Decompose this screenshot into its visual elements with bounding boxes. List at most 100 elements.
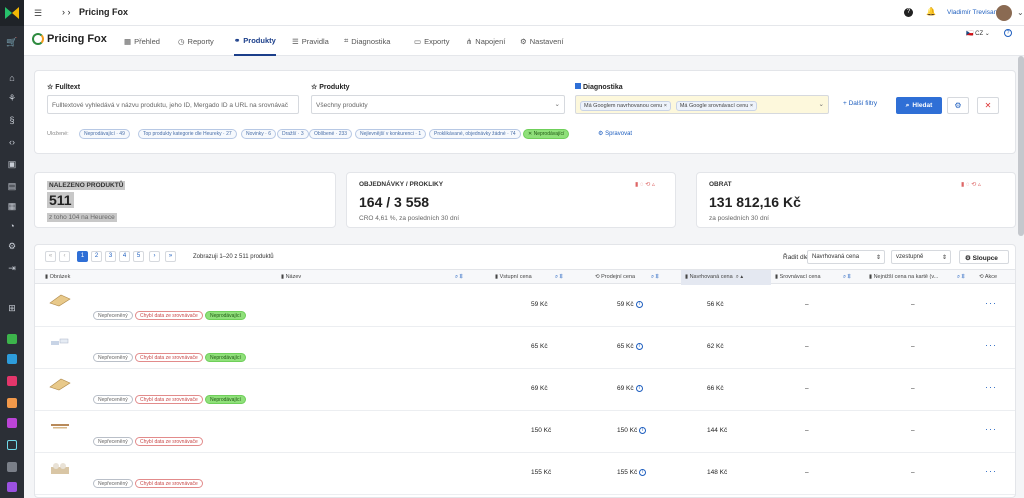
- page-button[interactable]: 4: [119, 251, 130, 262]
- settings-icon[interactable]: ⚙: [6, 240, 18, 252]
- sort-direction-select[interactable]: vzestupně ⇕: [891, 250, 951, 264]
- info-icon[interactable]: i: [635, 343, 643, 350]
- table-row[interactable]: Nepřeceněný Chybí data ze srovnávače Nepro…: [35, 285, 1015, 327]
- search-icon[interactable]: ⌕ ⇕: [957, 270, 975, 285]
- page-button[interactable]: 3: [105, 251, 116, 262]
- next-page-button[interactable]: ›: [149, 251, 160, 262]
- info-icon[interactable]: i: [639, 469, 647, 476]
- col-name[interactable]: ▮ Název: [281, 270, 321, 285]
- code-icon[interactable]: ‹›: [6, 136, 18, 148]
- info-icon[interactable]: i: [635, 301, 643, 308]
- saved-filter[interactable]: Nejlevnější v konkurenci · 1: [355, 129, 427, 139]
- excel-icon[interactable]: ▣: [6, 158, 18, 170]
- scrollbar[interactable]: [1018, 56, 1024, 236]
- columns-button[interactable]: ⚙ Sloupce: [959, 250, 1009, 264]
- product-image[interactable]: [49, 377, 71, 391]
- mergado-logo[interactable]: [0, 0, 24, 26]
- breadcrumb-product[interactable]: Pricing Fox: [79, 7, 128, 17]
- app-icon-green[interactable]: [7, 334, 17, 344]
- tab-exporty[interactable]: ▭ Exporty: [414, 26, 450, 56]
- diag-chip[interactable]: Má Google srovnávací cenu ×: [675, 101, 758, 111]
- info-icon[interactable]: i: [635, 385, 643, 392]
- diag-chip[interactable]: Má Googlem navrhovanou cenu ×: [580, 101, 672, 111]
- gauge-icon[interactable]: ◔: [6, 220, 18, 232]
- last-page-button[interactable]: »: [165, 251, 176, 262]
- exit-icon[interactable]: ⇥: [6, 262, 18, 274]
- tab-pravidla[interactable]: ☰ Pravidla: [292, 26, 329, 56]
- tab-nastaveni[interactable]: ⚙ Nastavení: [520, 26, 564, 56]
- diagnostika-select[interactable]: Má Googlem navrhovanou cenu × Má Google …: [575, 95, 829, 114]
- apps-grid-icon[interactable]: ⊞: [6, 302, 18, 314]
- tab-reporty[interactable]: ◷ Reporty: [178, 26, 214, 56]
- saved-filter[interactable]: Top produkty kategorie dle Heureky · 27: [138, 129, 237, 139]
- chart-icon[interactable]: ▦: [6, 200, 18, 212]
- saved-filter[interactable]: Novinky · 6: [241, 129, 277, 139]
- saved-filter-active[interactable]: ✕ Neprodávající: [523, 129, 570, 139]
- table-row[interactable]: Nepřeceněný Chybí data ze srovnávače 155 K…: [35, 453, 1015, 495]
- col-name-filter-icon[interactable]: ⌕ ⇕: [455, 270, 485, 285]
- app-icon-purple[interactable]: [7, 418, 17, 428]
- settings-button[interactable]: ⚙: [947, 97, 969, 114]
- product-image[interactable]: [49, 461, 71, 475]
- cart-icon[interactable]: 🛒: [6, 36, 18, 48]
- search-icon[interactable]: ⌕ ⇕: [555, 270, 579, 285]
- tab-prehled[interactable]: ▦ Přehled: [124, 26, 160, 56]
- app-icon-orange[interactable]: [7, 398, 17, 408]
- info-icon[interactable]: i: [639, 427, 647, 434]
- tab-produkty[interactable]: ⚭ Produkty: [234, 26, 276, 56]
- avatar[interactable]: [996, 5, 1012, 21]
- fulltext-input[interactable]: Fulltextové vyhledává v názvu produktu, …: [47, 95, 299, 114]
- col-input-price[interactable]: ▮ Vstupní cena: [495, 270, 555, 285]
- more-filters-button[interactable]: + Další filtry: [843, 100, 877, 107]
- page-button[interactable]: 2: [91, 251, 102, 262]
- home-icon[interactable]: ⌂: [6, 72, 18, 84]
- row-actions-icon[interactable]: ···: [985, 466, 997, 476]
- app-icon-cyan[interactable]: [7, 440, 17, 450]
- menu-toggle-icon[interactable]: ☰: [34, 8, 42, 19]
- tab-diagnostika[interactable]: ⌗ Diagnostika: [344, 26, 390, 56]
- page-button[interactable]: 5: [133, 251, 144, 262]
- org-icon[interactable]: ⚘: [6, 92, 18, 104]
- pricing-fox-logo[interactable]: Pricing Fox: [32, 33, 107, 45]
- app-icon-violet[interactable]: [7, 482, 17, 492]
- help-circle-icon[interactable]: ?: [1004, 29, 1012, 37]
- saved-filter[interactable]: Neprodávající · 49: [79, 129, 130, 139]
- search-button[interactable]: ⌕ Hledat: [896, 97, 942, 114]
- table-row[interactable]: Nepřeceněný Chybí data ze srovnávače Nepro…: [35, 369, 1015, 411]
- product-image[interactable]: [49, 335, 71, 349]
- search-icon[interactable]: ⌕ ⇕: [843, 270, 863, 285]
- first-page-button[interactable]: «: [45, 251, 56, 262]
- product-image[interactable]: [49, 293, 71, 307]
- app-icon-pink[interactable]: [7, 376, 17, 386]
- col-sell-price[interactable]: ⟲ Prodejní cena: [595, 270, 659, 285]
- user-name[interactable]: Vladimír Trevisan: [947, 9, 997, 16]
- row-actions-icon[interactable]: ···: [985, 298, 997, 308]
- search-icon[interactable]: ⌕ ⇕: [651, 270, 675, 285]
- col-suggested-price[interactable]: ▮ Navrhovaná cena ⌕ ▴: [681, 270, 771, 285]
- manage-link[interactable]: ⚙ Spravovat: [598, 130, 632, 137]
- pricing-fox-app-icon[interactable]: [7, 462, 17, 472]
- report-icon[interactable]: ▤: [6, 180, 18, 192]
- col-lowest-price[interactable]: ▮ Nejnižší cena na kartě (v...: [869, 270, 955, 285]
- app-icon-blue[interactable]: [7, 354, 17, 364]
- sort-select[interactable]: Navrhovaná cena ⇕: [807, 250, 885, 264]
- saved-filter[interactable]: Dražší · 3: [277, 129, 309, 139]
- col-image[interactable]: ▮ Obrázek: [45, 270, 95, 285]
- table-row[interactable]: Nepřeceněný Chybí data ze srovnávače 150 K…: [35, 411, 1015, 453]
- tab-napojeni[interactable]: ⋔ Napojení: [466, 26, 505, 56]
- product-image[interactable]: [49, 419, 71, 433]
- produkty-select[interactable]: Všechny produkty ⌄: [311, 95, 565, 114]
- row-actions-icon[interactable]: ···: [985, 340, 997, 350]
- clear-button[interactable]: ✕: [977, 97, 999, 114]
- row-actions-icon[interactable]: ···: [985, 382, 997, 392]
- language-select[interactable]: 🇨🇿 CZ ⌄: [966, 30, 990, 37]
- bell-icon[interactable]: 🔔: [926, 7, 936, 16]
- chevron-down-icon[interactable]: ⌄: [1017, 8, 1024, 17]
- row-actions-icon[interactable]: ···: [985, 424, 997, 434]
- col-compare-price[interactable]: ▮ Srovnávací cena: [775, 270, 845, 285]
- page-button[interactable]: 1: [77, 251, 88, 262]
- saved-filter[interactable]: Oblíbené · 233: [309, 129, 353, 139]
- paragraph-icon[interactable]: §: [6, 114, 18, 126]
- table-row[interactable]: Nepřeceněný Chybí data ze srovnávače Nepro…: [35, 327, 1015, 369]
- help-icon[interactable]: ?: [904, 8, 913, 17]
